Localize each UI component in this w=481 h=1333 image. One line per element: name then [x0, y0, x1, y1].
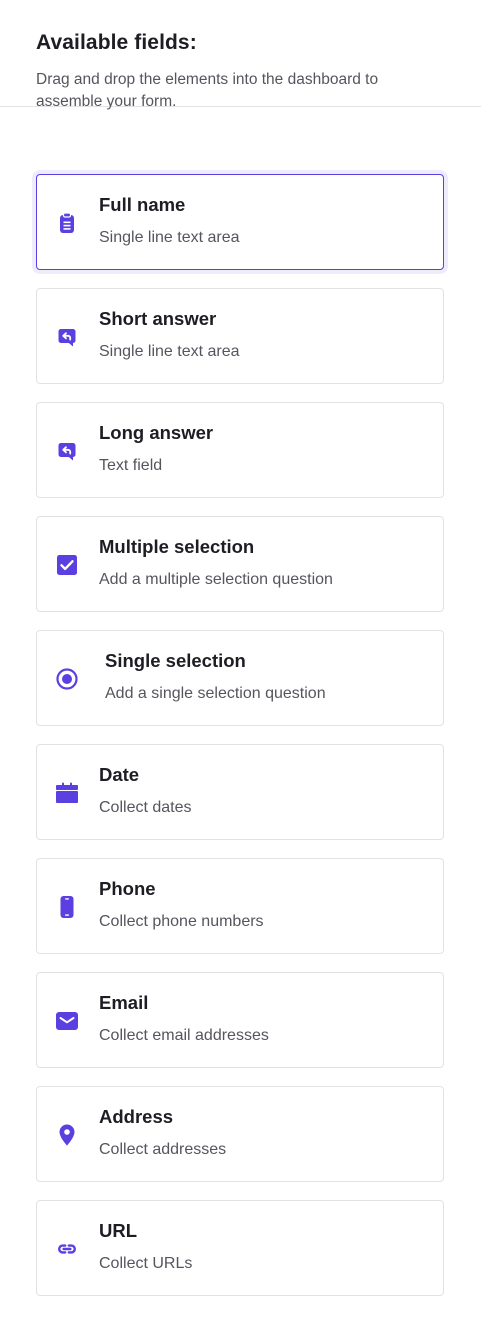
field-card-single-selection[interactable]: Single selection Add a single selection … — [36, 630, 444, 726]
field-description: Text field — [99, 457, 163, 474]
radio-icon — [55, 667, 79, 691]
field-card-long-answer[interactable]: Long answer Text field — [36, 402, 444, 498]
field-card-address[interactable]: Address Collect addresses — [36, 1086, 444, 1182]
field-card-multiple-selection[interactable]: Multiple selection Add a multiple select… — [36, 516, 444, 612]
field-description: Add a multiple selection question — [99, 571, 333, 588]
field-name: Short answer — [99, 308, 217, 329]
panel-title: Available fields: — [36, 31, 197, 54]
field-description: Collect dates — [99, 799, 192, 816]
panel-header: Available fields: Drag and drop the elem… — [0, 0, 481, 110]
clipboard-icon — [55, 211, 79, 235]
field-description: Collect addresses — [99, 1141, 227, 1158]
field-description: Single line text area — [99, 343, 240, 360]
field-description: Collect phone numbers — [99, 913, 264, 930]
field-list: Full name Single line text area Short an… — [36, 174, 444, 1314]
field-description: Collect email addresses — [99, 1027, 269, 1044]
calendar-icon — [55, 781, 79, 805]
field-description: Single line text area — [99, 229, 240, 246]
field-card-url[interactable]: URL Collect URLs — [36, 1200, 444, 1296]
field-name: Full name — [99, 194, 186, 215]
field-card-date[interactable]: Date Collect dates — [36, 744, 444, 840]
field-name: Date — [99, 764, 140, 785]
field-name: Single selection — [105, 650, 246, 671]
map-pin-icon — [55, 1123, 79, 1147]
link-icon — [55, 1237, 79, 1261]
field-name: Address — [99, 1106, 174, 1127]
field-card-email[interactable]: Email Collect email addresses — [36, 972, 444, 1068]
reply-bubble-icon — [55, 439, 79, 463]
field-name: Phone — [99, 878, 156, 899]
field-card-full-name[interactable]: Full name Single line text area — [36, 174, 444, 270]
phone-icon — [55, 895, 79, 919]
checkbox-icon — [55, 553, 79, 577]
envelope-icon — [55, 1009, 79, 1033]
panel-subtitle: Drag and drop the elements into the dash… — [36, 71, 379, 110]
field-name: Long answer — [99, 422, 214, 443]
field-card-short-answer[interactable]: Short answer Single line text area — [36, 288, 444, 384]
field-card-phone[interactable]: Phone Collect phone numbers — [36, 858, 444, 954]
field-name: Email — [99, 992, 149, 1013]
reply-bubble-icon — [55, 325, 79, 349]
field-description: Collect URLs — [99, 1255, 193, 1272]
field-name: URL — [99, 1220, 138, 1241]
field-description: Add a single selection question — [105, 685, 326, 702]
field-name: Multiple selection — [99, 536, 255, 557]
